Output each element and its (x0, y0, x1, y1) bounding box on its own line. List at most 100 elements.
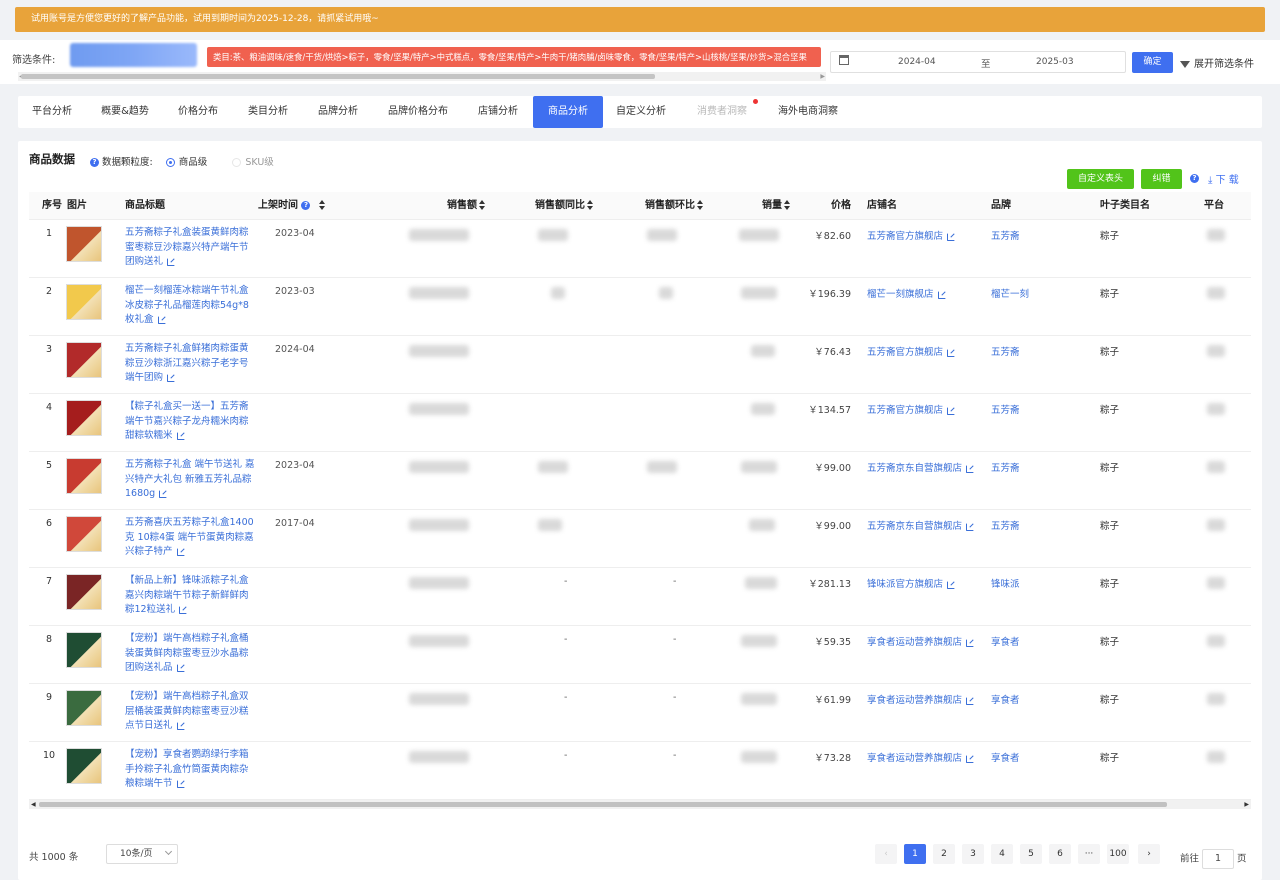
category-filter-tag[interactable]: 类目:茶、粮油调味/速食/干货/烘焙>粽子，零食/坚果/特产>中式糕点，零食/坚… (207, 47, 821, 67)
col-mom[interactable]: 销售额环比 (645, 192, 703, 220)
col-date[interactable]: 上架时间 ? (258, 192, 326, 220)
page-button[interactable]: 2 (933, 844, 955, 864)
brand-link[interactable]: 享食者 (991, 634, 1020, 648)
tab-product[interactable]: 商品分析 (533, 96, 603, 128)
filter-blurred-tag[interactable] (70, 43, 197, 67)
product-thumbnail[interactable] (66, 574, 102, 610)
goto-page-input[interactable]: 1 (1202, 849, 1235, 869)
shop-link[interactable]: 享食者运动营养旗舰店 (867, 692, 975, 706)
page-button[interactable]: 3 (962, 844, 984, 864)
tab-brand[interactable]: 品牌分析 (304, 96, 372, 128)
shop-link[interactable]: 享食者运动营养旗舰店 (867, 750, 975, 764)
external-link-icon[interactable] (966, 754, 975, 763)
sort-icon[interactable] (697, 200, 703, 210)
product-thumbnail[interactable] (66, 458, 102, 494)
external-link-icon[interactable] (966, 522, 975, 531)
shop-link[interactable]: 五芳斋京东自营旗舰店 (867, 460, 975, 474)
option-product-level[interactable]: 商品级 (179, 157, 208, 168)
external-link-icon[interactable] (157, 315, 166, 324)
brand-link[interactable]: 五芳斋 (991, 460, 1020, 474)
external-link-icon[interactable] (947, 232, 956, 241)
date-range-picker[interactable]: 2024-04 至 2025-03 (830, 51, 1126, 73)
help-icon[interactable]: ? (301, 200, 311, 210)
external-link-icon[interactable] (176, 431, 185, 440)
next-page-button[interactable]: › (1138, 844, 1160, 864)
expand-filters-button[interactable]: 展开筛选条件 (1180, 55, 1254, 70)
brand-link[interactable]: 享食者 (991, 692, 1020, 706)
external-link-icon[interactable] (167, 257, 176, 266)
external-link-icon[interactable] (966, 638, 975, 647)
product-thumbnail[interactable] (66, 748, 102, 784)
product-title-link[interactable]: 五芳斋粽子礼盒 端午节送礼 嘉兴特产大礼包 新雅五芳礼品粽1680g (125, 458, 255, 502)
scroll-right-icon[interactable]: ▶ (820, 72, 825, 81)
col-sales[interactable]: 销售额 (447, 192, 485, 220)
external-link-icon[interactable] (179, 605, 188, 614)
page-button[interactable]: 1 (904, 844, 926, 864)
page-button[interactable]: 4 (991, 844, 1013, 864)
external-link-icon[interactable] (167, 373, 176, 382)
tab-custom[interactable]: 自定义分析 (608, 96, 674, 128)
tab-consumer[interactable]: 消费者洞察 (688, 96, 758, 128)
external-link-icon[interactable] (176, 663, 185, 672)
col-yoy[interactable]: 销售额同比 (535, 192, 593, 220)
product-title-link[interactable]: 五芳斋粽子礼盒鲜猪肉粽蛋黄粽豆沙粽浙江嘉兴粽子老字号端午团购 (125, 342, 255, 386)
product-thumbnail[interactable] (66, 690, 102, 726)
product-thumbnail[interactable] (66, 284, 102, 320)
external-link-icon[interactable] (947, 406, 956, 415)
product-title-link[interactable]: 榴芒一刻榴莲冰粽端午节礼盒冰皮粽子礼品榴莲肉粽54g*8枚礼盒 (125, 284, 255, 328)
shop-link[interactable]: 五芳斋官方旗舰店 (867, 402, 956, 416)
table-scrollbar-thumb[interactable] (39, 802, 1167, 807)
external-link-icon[interactable] (176, 721, 185, 730)
custom-header-button[interactable]: 自定义表头 (1067, 169, 1134, 189)
external-link-icon[interactable] (176, 547, 185, 556)
external-link-icon[interactable] (966, 464, 975, 473)
page-button[interactable]: 5 (1020, 844, 1042, 864)
filter-scrollbar-thumb[interactable] (21, 74, 655, 79)
help-icon[interactable]: ? (1190, 174, 1199, 183)
external-link-icon[interactable] (947, 348, 956, 357)
brand-link[interactable]: 五芳斋 (991, 402, 1020, 416)
tab-overseas[interactable]: 海外电商洞察 (768, 96, 848, 128)
product-title-link[interactable]: 五芳斋粽子礼盒装蛋黄鲜肉粽蜜枣粽豆沙粽嘉兴特产端午节团购送礼 (125, 226, 255, 270)
help-icon[interactable]: ? (90, 158, 99, 167)
external-link-icon[interactable] (947, 580, 956, 589)
shop-link[interactable]: 享食者运动营养旗舰店 (867, 634, 975, 648)
brand-link[interactable]: 五芳斋 (991, 518, 1020, 532)
radio-sku-level[interactable] (232, 158, 242, 167)
product-title-link[interactable]: 【宠粉】享食者鹦鹉绿行李箱手拎粽子礼盒竹筒蛋黄肉粽杂粮粽端午节 (125, 748, 255, 792)
tab-category[interactable]: 类目分析 (234, 96, 302, 128)
filter-scrollbar[interactable]: ◀ ▶ (18, 72, 826, 81)
tab-platform[interactable]: 平台分析 (18, 96, 86, 128)
product-title-link[interactable]: 【宠粉】端午高档粽子礼盒双层桶装蛋黄鲜肉粽蜜枣豆沙糕点节日送礼 (125, 690, 255, 734)
tab-shop[interactable]: 店铺分析 (464, 96, 532, 128)
product-title-link[interactable]: 【新品上新】锋味派粽子礼盒嘉兴肉粽端午节粽子新鲜鲜肉粽12粒送礼 (125, 574, 255, 618)
date-end[interactable]: 2025-03 (1036, 57, 1074, 67)
sort-icon[interactable] (587, 200, 593, 210)
product-thumbnail[interactable] (66, 342, 102, 378)
sort-icon[interactable] (319, 200, 326, 210)
radio-product-level[interactable] (165, 158, 175, 167)
external-link-icon[interactable] (159, 489, 168, 498)
download-button[interactable]: ⤓ 下 载 (1208, 171, 1239, 186)
shop-link[interactable]: 五芳斋官方旗舰店 (867, 344, 956, 358)
shop-link[interactable]: 五芳斋官方旗舰店 (867, 228, 956, 242)
page-button[interactable]: 100 (1107, 844, 1129, 864)
product-thumbnail[interactable] (66, 400, 102, 436)
tab-brand-price[interactable]: 品牌价格分布 (374, 96, 462, 128)
external-link-icon[interactable] (966, 696, 975, 705)
shop-link[interactable]: 五芳斋京东自营旗舰店 (867, 518, 975, 532)
brand-link[interactable]: 五芳斋 (991, 228, 1020, 242)
shop-link[interactable]: 榴芒一刻旗舰店 (867, 286, 946, 300)
shop-link[interactable]: 锋味派官方旗舰店 (867, 576, 956, 590)
brand-link[interactable]: 锋味派 (991, 576, 1020, 590)
prev-page-button[interactable]: ‹ (875, 844, 897, 864)
product-thumbnail[interactable] (66, 226, 102, 262)
date-start[interactable]: 2024-04 (898, 57, 936, 67)
page-ellipsis[interactable]: ··· (1078, 844, 1100, 864)
table-scrollbar[interactable]: ◀ ▶ (29, 800, 1251, 809)
external-link-icon[interactable] (937, 290, 946, 299)
confirm-button[interactable]: 确定 (1132, 52, 1173, 73)
product-title-link[interactable]: 【粽子礼盒买一送一】五芳斋端午节嘉兴粽子龙舟糯米肉粽甜粽软糯米 (125, 400, 255, 444)
sort-icon[interactable] (784, 200, 790, 210)
product-thumbnail[interactable] (66, 516, 102, 552)
